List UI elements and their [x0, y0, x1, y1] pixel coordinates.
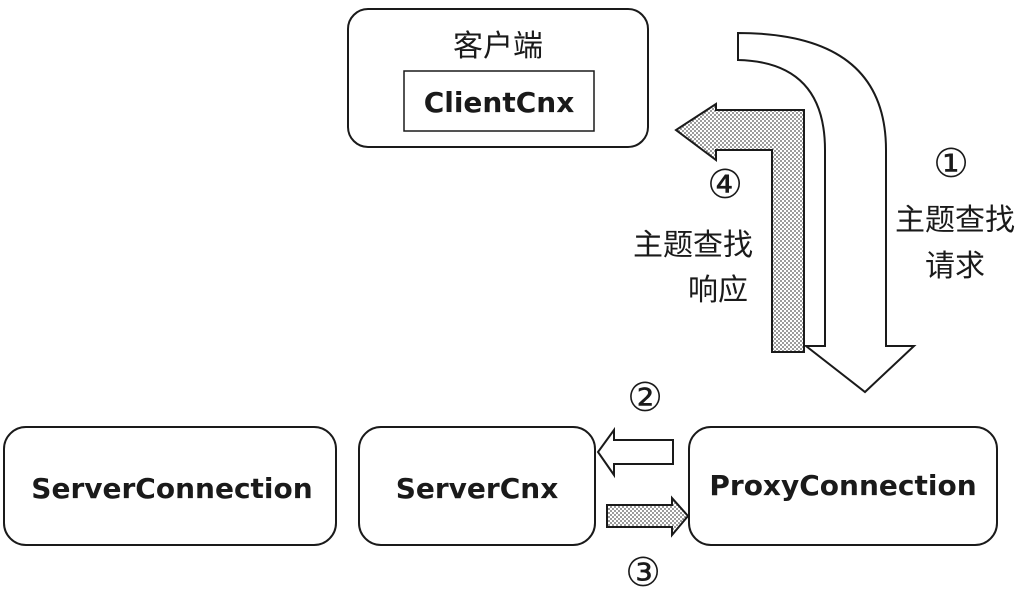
step-1-line1: 主题查找	[895, 203, 1015, 238]
server-connection-label: ServerConnection	[31, 472, 312, 505]
server-cnx-label: ServerCnx	[396, 472, 559, 505]
server-cnx-node: ServerCnx	[358, 426, 596, 546]
step-4-line1: 主题查找	[633, 228, 753, 263]
step-3-number: ③	[625, 550, 661, 596]
request-arrow	[737, 31, 917, 394]
diagram-canvas: 客户端 ClientCnx ① 主题查找 请求 ④ 主题查找 响应 Server…	[3, 8, 1015, 596]
proxy-connection-node: ProxyConnection	[688, 426, 998, 546]
step-1-line2: 请求	[925, 249, 985, 284]
proxy-connection-label: ProxyConnection	[709, 469, 976, 502]
server-connection-node: ServerConnection	[3, 426, 337, 546]
step-2-arrow	[596, 426, 674, 479]
step-4-number: ④	[707, 162, 743, 208]
step-3-arrow	[606, 495, 690, 538]
step-1-number: ①	[933, 141, 969, 187]
step-2-number: ②	[627, 375, 663, 421]
step-4-line2: 响应	[688, 273, 748, 308]
client-title: 客户端	[453, 29, 543, 64]
client-node: 客户端 ClientCnx	[347, 8, 649, 148]
client-cnx-label: ClientCnx	[424, 86, 575, 119]
